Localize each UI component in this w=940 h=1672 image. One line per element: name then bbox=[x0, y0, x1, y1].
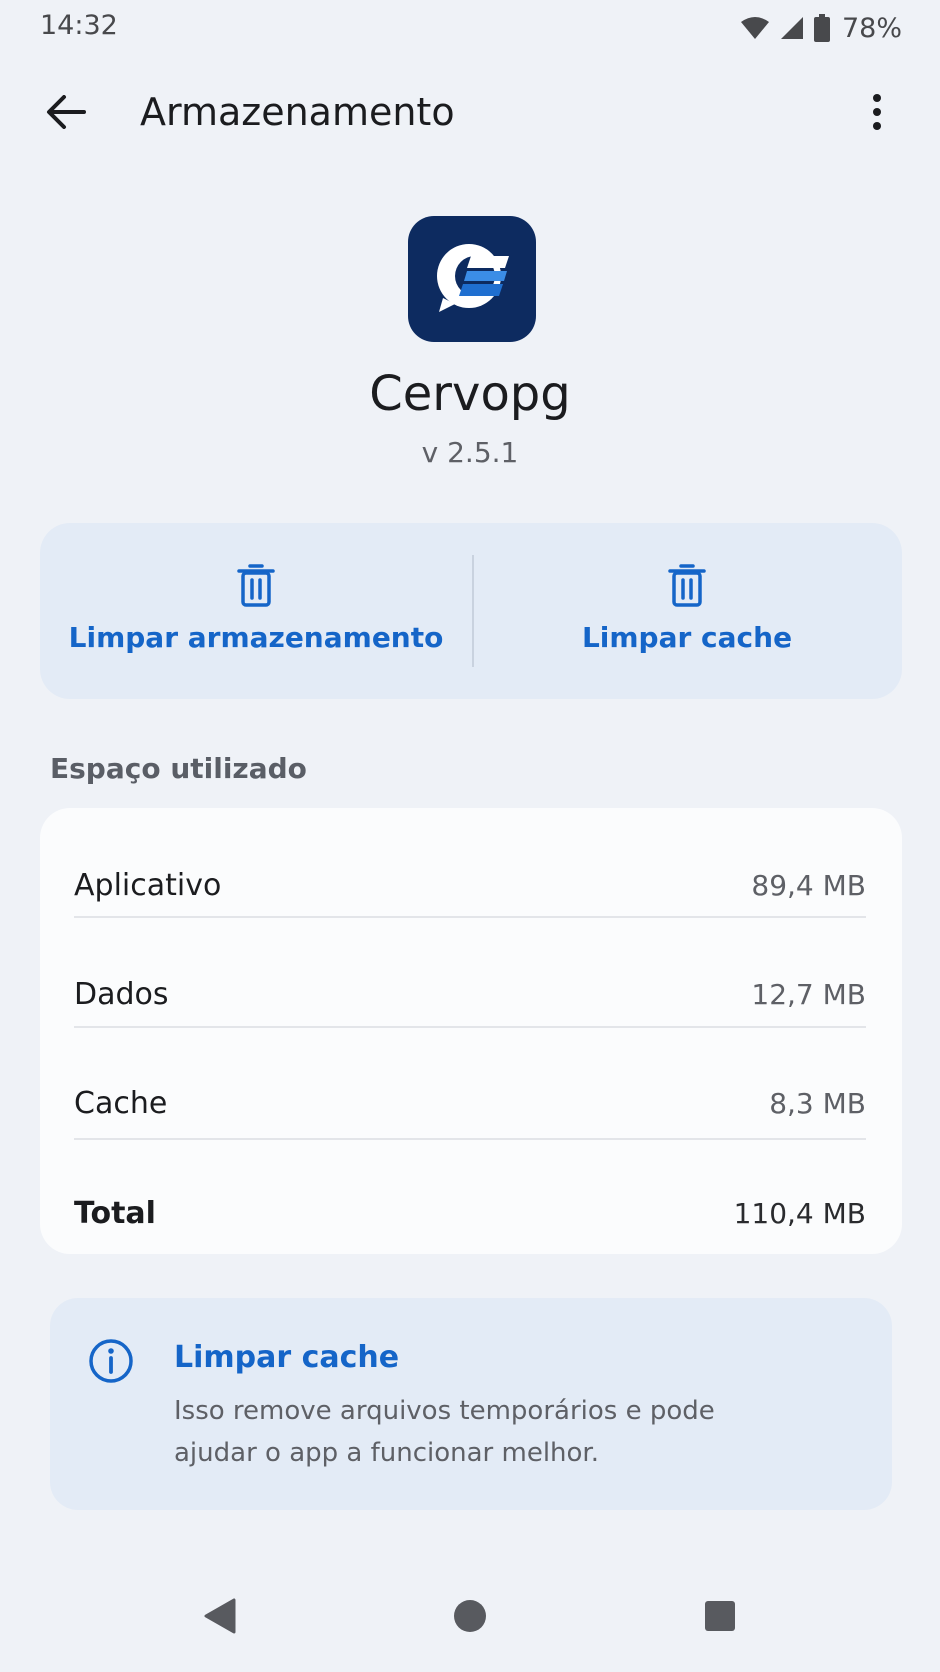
cervopg-logo-icon bbox=[429, 234, 515, 324]
nav-back-button[interactable] bbox=[188, 1586, 252, 1650]
back-button[interactable] bbox=[36, 84, 96, 144]
app-bar: Armazenamento bbox=[0, 76, 940, 154]
section-title: Espaço utilizado bbox=[50, 752, 307, 785]
app-name: Cervopg bbox=[369, 366, 571, 422]
nav-recents-icon bbox=[704, 1600, 736, 1636]
row-label: Dados bbox=[74, 977, 169, 1012]
app-icon bbox=[408, 216, 536, 342]
clear-cache-label: Limpar cache bbox=[581, 621, 793, 654]
row-value: 89,4 MB bbox=[751, 869, 866, 902]
row-label: Aplicativo bbox=[74, 868, 222, 903]
info-description: Isso remove arquivos temporários e pode … bbox=[174, 1396, 715, 1468]
nav-home-icon bbox=[453, 1599, 487, 1637]
trash-icon bbox=[668, 563, 706, 611]
clear-storage-button[interactable]: Limpar armazenamento bbox=[40, 523, 472, 699]
row-label: Cache bbox=[74, 1086, 168, 1121]
storage-actions-card: Limpar armazenamento Limpar cache bbox=[40, 523, 902, 699]
status-icons: 78% bbox=[740, 12, 902, 44]
page-title: Armazenamento bbox=[140, 90, 455, 134]
wifi-icon bbox=[740, 16, 770, 40]
storage-row-cache: Cache 8,3 MB bbox=[74, 1086, 866, 1121]
row-divider bbox=[74, 916, 866, 918]
storage-row-data: Dados 12,7 MB bbox=[74, 977, 866, 1012]
info-title: Limpar cache bbox=[174, 1340, 400, 1375]
storage-usage-card: Aplicativo 89,4 MB Dados 12,7 MB Cache 8… bbox=[40, 808, 902, 1254]
navigation-bar bbox=[0, 1576, 940, 1656]
clear-cache-button[interactable]: Limpar cache bbox=[472, 523, 902, 699]
storage-screen: 14:32 78% Armazenamento Cervopg v 2.5.1 … bbox=[0, 0, 940, 1672]
status-time: 14:32 bbox=[40, 10, 118, 41]
row-value: 110,4 MB bbox=[733, 1197, 866, 1230]
arrow-back-icon bbox=[46, 95, 86, 133]
battery-icon bbox=[813, 14, 830, 42]
storage-row-app: Aplicativo 89,4 MB bbox=[74, 868, 866, 903]
more-options-button[interactable] bbox=[852, 84, 902, 144]
more-vert-icon bbox=[872, 94, 882, 134]
battery-percentage: 78% bbox=[841, 12, 902, 44]
info-icon bbox=[88, 1338, 134, 1388]
row-divider bbox=[74, 1138, 866, 1140]
nav-home-button[interactable] bbox=[438, 1586, 502, 1650]
row-value: 8,3 MB bbox=[769, 1087, 866, 1120]
nav-recents-button[interactable] bbox=[688, 1586, 752, 1650]
app-version: v 2.5.1 bbox=[421, 436, 519, 469]
nav-back-icon bbox=[204, 1598, 236, 1638]
trash-icon bbox=[237, 563, 275, 611]
status-bar: 14:32 78% bbox=[0, 0, 940, 56]
row-label: Total bbox=[74, 1196, 156, 1231]
row-divider bbox=[74, 1026, 866, 1028]
storage-row-total: Total 110,4 MB bbox=[74, 1196, 866, 1231]
info-card: Limpar cache Isso remove arquivos tempor… bbox=[50, 1298, 892, 1510]
clear-storage-label: Limpar armazenamento bbox=[68, 621, 444, 654]
row-value: 12,7 MB bbox=[751, 978, 866, 1011]
signal-icon bbox=[780, 16, 804, 40]
